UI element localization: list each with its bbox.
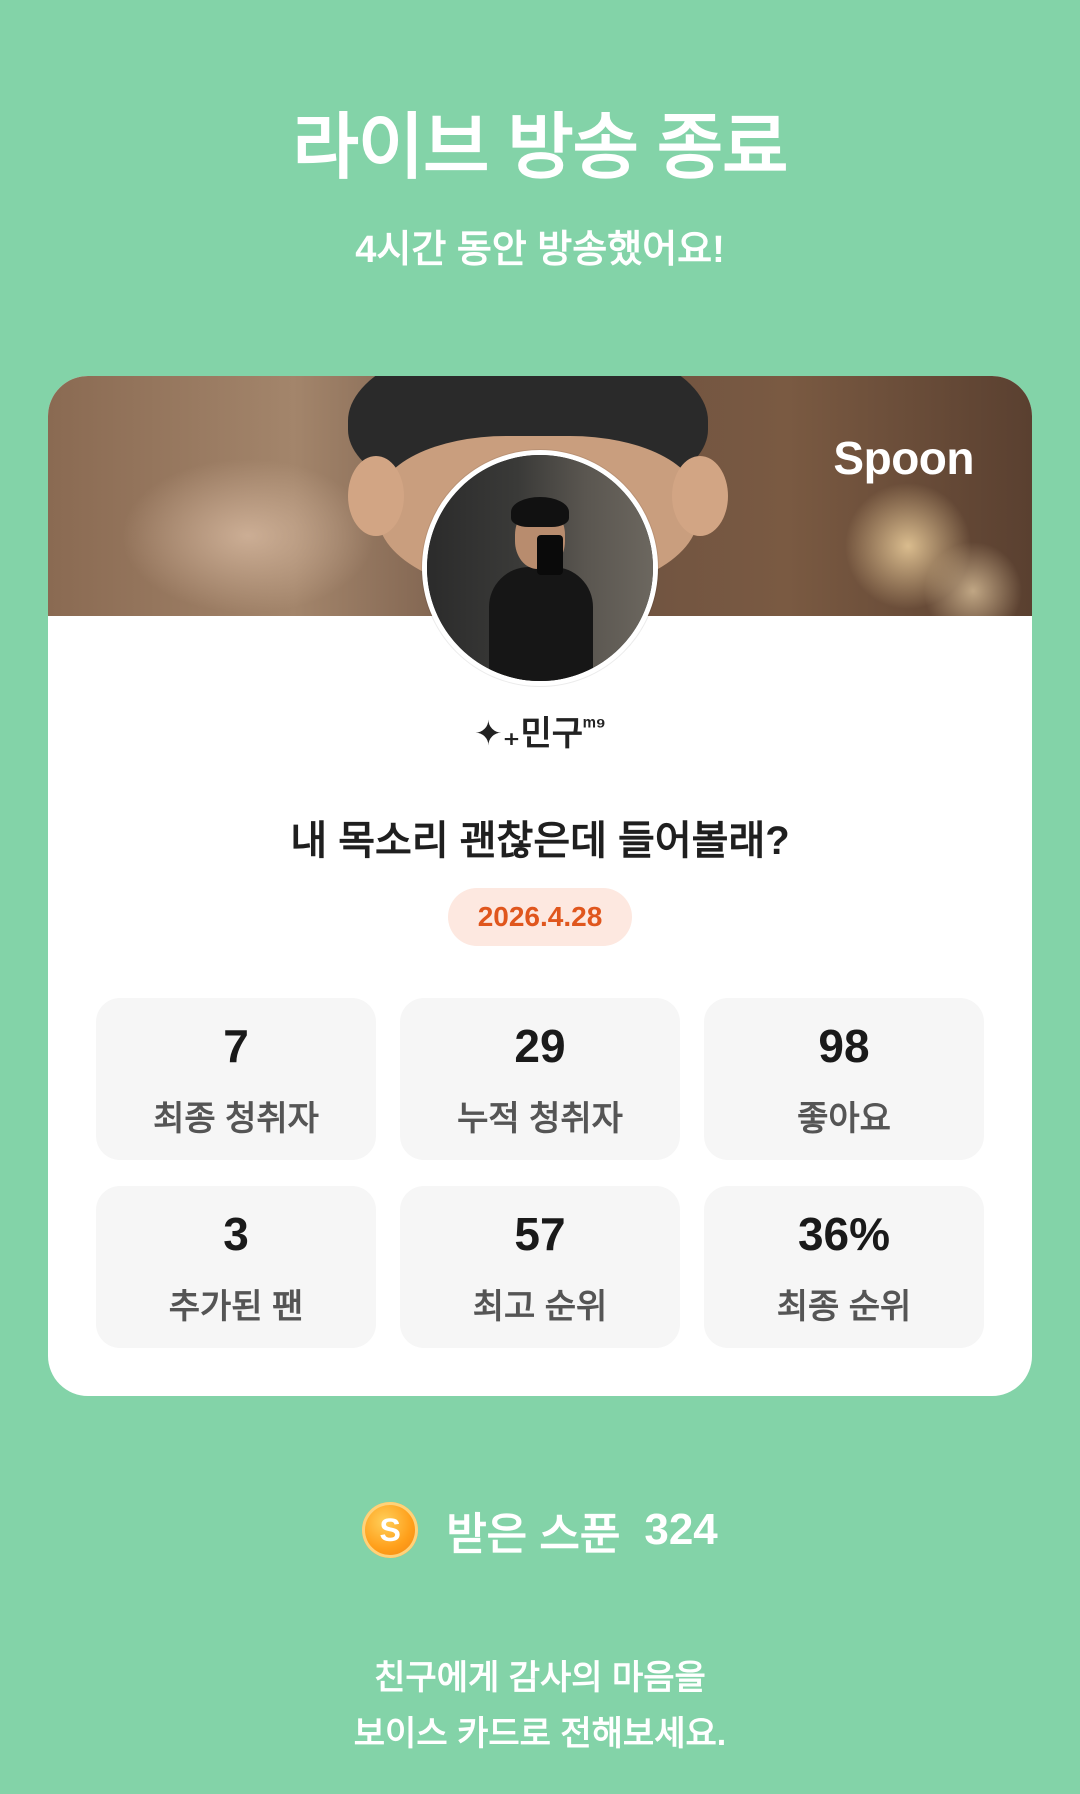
stat-value: 36% <box>797 1207 891 1260</box>
spoon-logo: Spoon <box>833 432 974 484</box>
stat-new-fans: 3 추가된 팬 <box>96 1186 376 1348</box>
spoons-count: 324 <box>644 1505 718 1554</box>
voice-card-message: 친구에게 감사의 마음을 보이스 카드로 전해보세요. <box>0 1650 1080 1762</box>
spoon-coin-icon: S <box>362 1502 419 1558</box>
stat-label: 좋아요 <box>797 1099 891 1138</box>
stat-final-listeners: 7 최종 청취자 <box>96 998 376 1160</box>
footer-line-1: 친구에게 감사의 마음을 <box>374 1659 706 1697</box>
stats-grid: 7 최종 청취자 29 누적 청취자 98 좋아요 3 추가된 팬 57 최고 … <box>96 998 984 1348</box>
sparkle-icon: ✦₊ <box>474 715 521 753</box>
avatar <box>422 450 658 686</box>
stat-value: 29 <box>514 1019 566 1072</box>
stat-label: 최고 순위 <box>472 1287 608 1326</box>
stat-value: 57 <box>514 1207 566 1260</box>
stat-total-listeners: 29 누적 청취자 <box>400 998 680 1160</box>
page-title: 라이브 방송 종료 <box>292 108 789 188</box>
stat-label: 누적 청취자 <box>457 1099 623 1138</box>
received-spoons: S 받은 스푼 324 <box>0 1498 1080 1562</box>
stat-best-rank: 57 최고 순위 <box>400 1186 680 1348</box>
spoons-label: 받은 스푼 <box>446 1510 621 1559</box>
broadcast-date-badge: 2026.4.28 <box>448 888 632 946</box>
banner-figure-ear <box>672 456 728 536</box>
stat-label: 최종 청취자 <box>153 1099 319 1138</box>
banner-figure-ear <box>348 456 404 536</box>
broadcast-duration: 4시간 동안 방송했어요! <box>355 229 725 271</box>
stat-likes: 98 좋아요 <box>704 998 984 1160</box>
stat-label: 추가된 팬 <box>168 1287 304 1326</box>
avatar-person-hair <box>511 497 569 527</box>
phone-icon <box>537 535 563 575</box>
summary-card: Spoon ✦₊민구ᵐ⁹ 내 목소리 괜찮은데 들어볼래? 2026.4.28 … <box>48 376 1032 1396</box>
nickname-text: 민구 <box>520 715 584 753</box>
stat-value: 98 <box>818 1019 870 1072</box>
avatar-person-body <box>489 567 593 681</box>
broadcast-title: 내 목소리 괜찮은데 들어볼래? <box>290 819 790 863</box>
stat-label: 최종 순위 <box>776 1287 912 1326</box>
footer-line-2: 보이스 카드로 전해보세요. <box>353 1715 727 1753</box>
stat-value: 3 <box>223 1207 249 1260</box>
stat-value: 7 <box>223 1019 249 1072</box>
live-ended-screen: 라이브 방송 종료 4시간 동안 방송했어요! Spoon ✦₊민구ᵐ⁹ 내 목… <box>0 0 1080 1794</box>
nickname-suffix: ᵐ⁹ <box>583 712 606 738</box>
dj-nickname: ✦₊민구ᵐ⁹ <box>48 706 1032 755</box>
stat-final-rank: 36% 최종 순위 <box>704 1186 984 1348</box>
